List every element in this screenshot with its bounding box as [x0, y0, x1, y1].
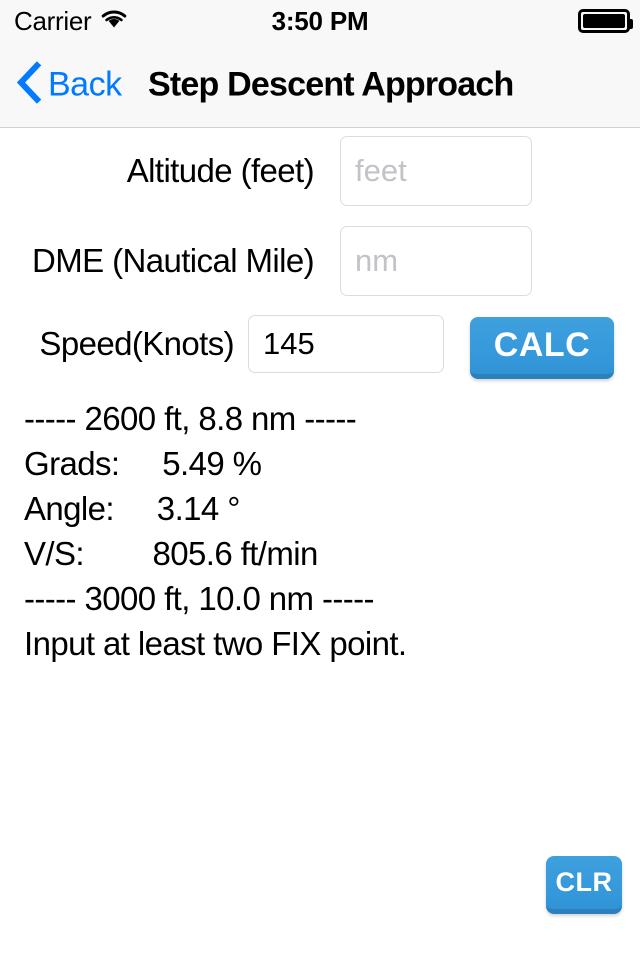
clear-button[interactable]: CLR	[546, 856, 622, 914]
navigation-bar: Back Step Descent Approach	[0, 42, 640, 128]
dme-label: DME (Nautical Mile)	[32, 242, 315, 279]
result-line: ----- 3000 ft, 10.0 nm -----	[24, 580, 375, 617]
result-line: Input at least two FIX point.	[24, 625, 407, 662]
battery-full-icon	[578, 9, 633, 33]
status-bar-clock: 3:50 PM	[271, 5, 369, 36]
app-screen: Carrier 3:50 PM Back Step Descent Approa…	[0, 0, 640, 960]
result-line: V/S: 805.6 ft/min	[24, 535, 318, 572]
result-line: ----- 2600 ft, 8.8 nm -----	[24, 400, 357, 437]
result-line: Angle: 3.14 °	[24, 490, 240, 527]
speed-input[interactable]	[248, 315, 444, 373]
calc-button[interactable]: CALC	[470, 317, 614, 379]
dme-row: DME (Nautical Mile)	[0, 226, 640, 296]
result-line: Grads: 5.49 %	[24, 445, 262, 482]
battery-cap	[629, 19, 633, 29]
speed-label: Speed(Knots)	[39, 325, 234, 362]
back-button-label: Back	[48, 65, 122, 103]
status-bar-right	[578, 9, 633, 33]
page-title: Step Descent Approach	[148, 65, 514, 103]
dme-input[interactable]	[340, 226, 532, 296]
results-panel: ----- 2600 ft, 8.8 nm ----- Grads: 5.49 …	[24, 396, 624, 666]
altitude-label: Altitude (feet)	[126, 152, 315, 189]
battery-fill	[583, 14, 625, 28]
status-bar: Carrier 3:50 PM	[0, 0, 640, 42]
chevron-left-icon	[16, 60, 42, 108]
back-button[interactable]: Back	[16, 60, 122, 108]
altitude-input[interactable]	[340, 136, 532, 206]
altitude-row: Altitude (feet)	[0, 136, 640, 206]
